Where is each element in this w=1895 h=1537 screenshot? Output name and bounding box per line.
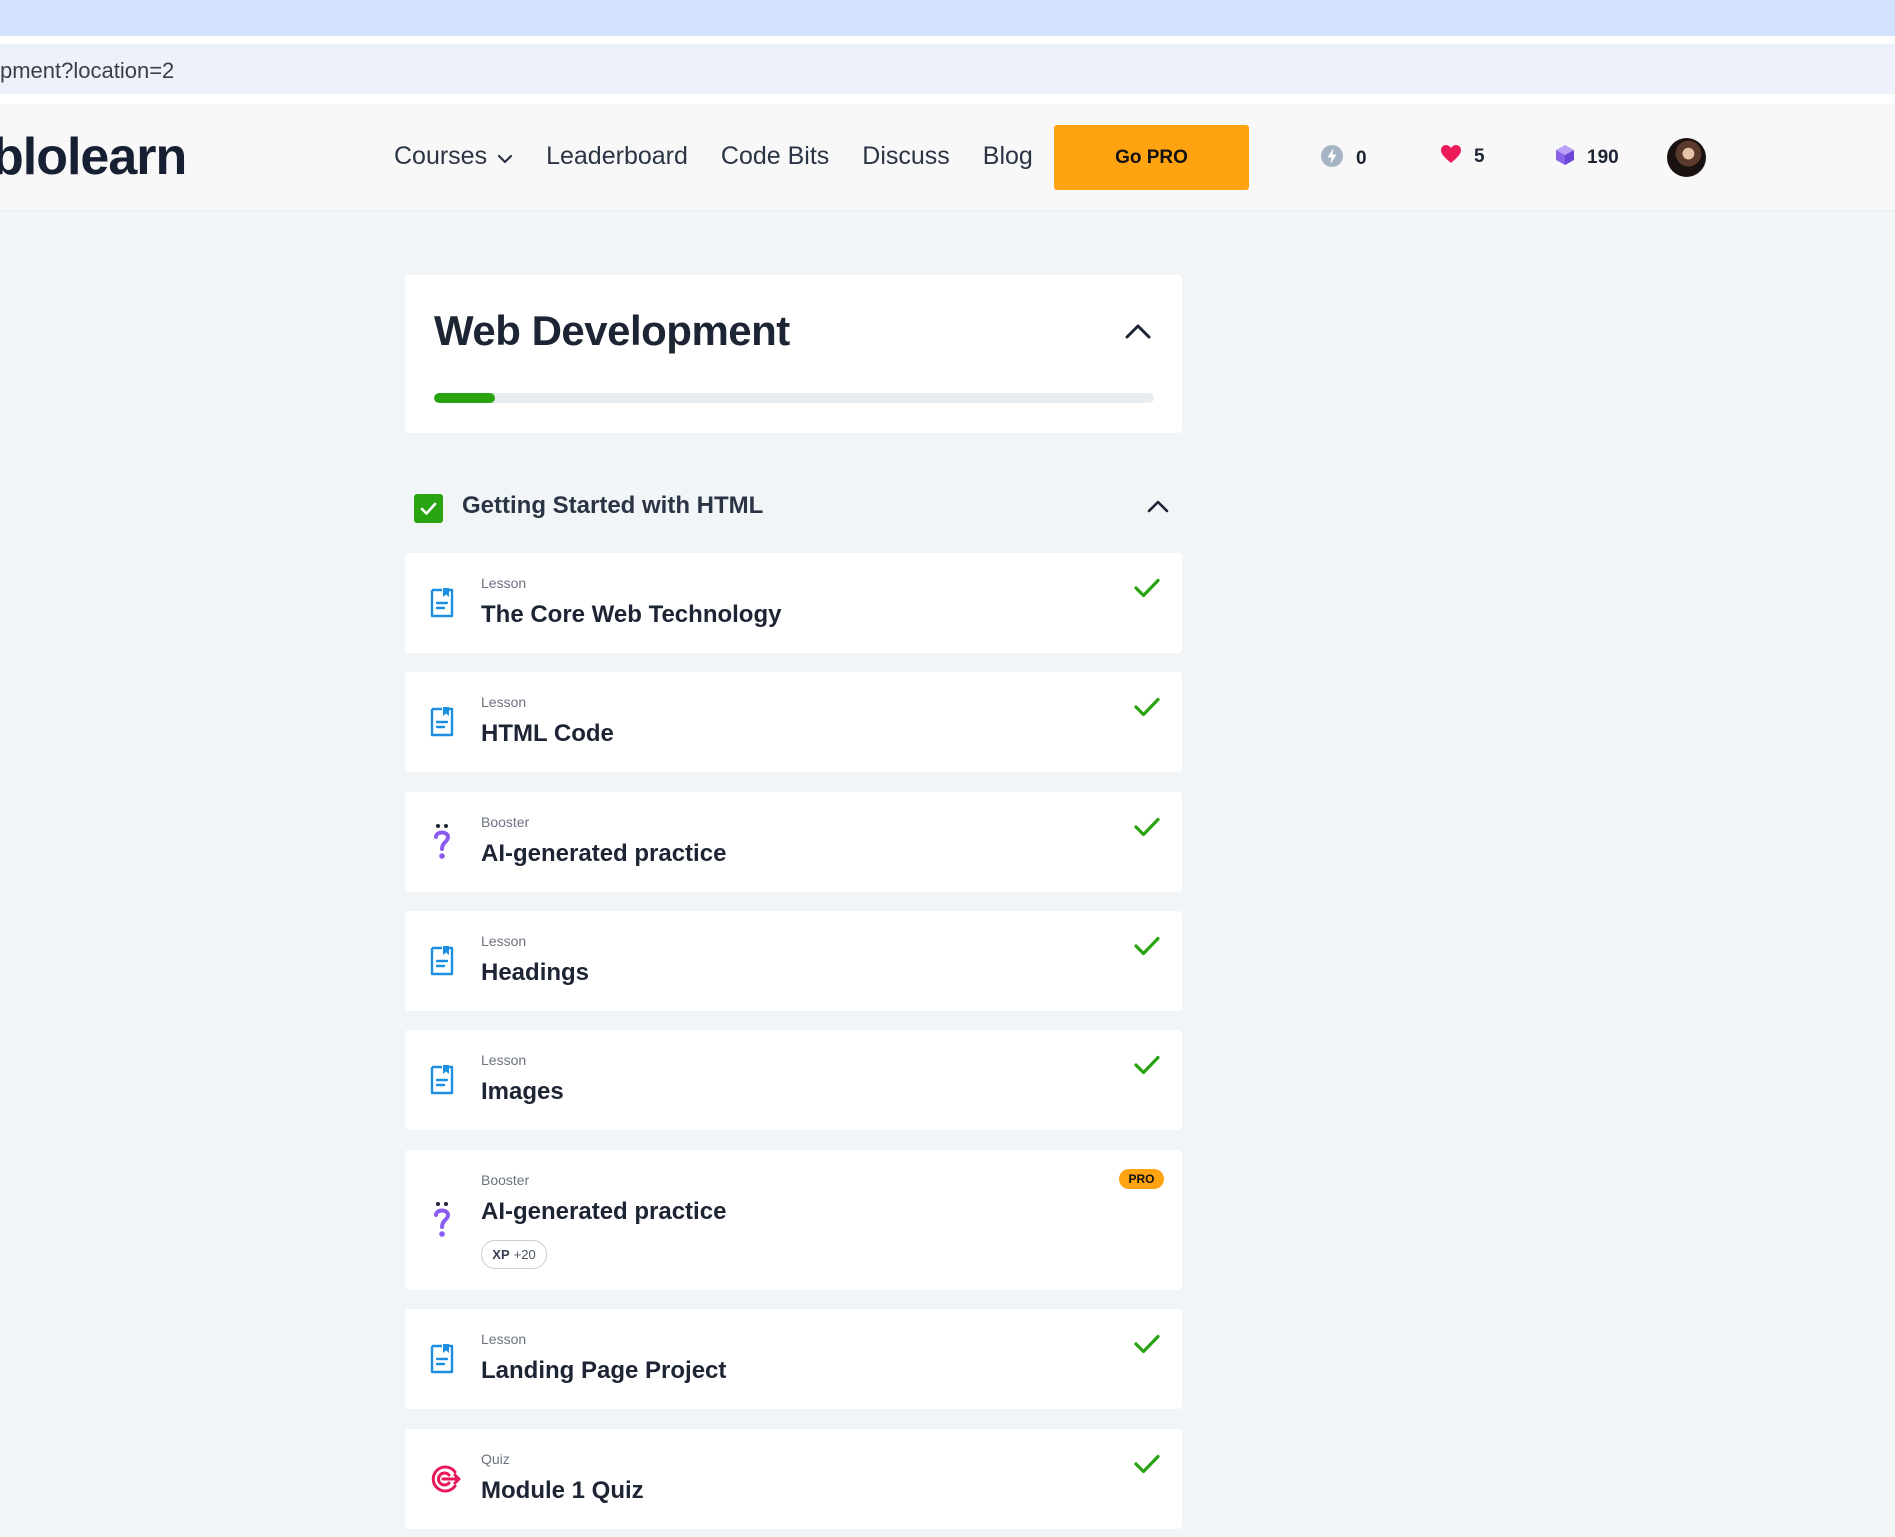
- module-complete-checkbox-icon: [414, 494, 443, 523]
- item-type-label: Lesson: [481, 694, 527, 710]
- check-icon: [1133, 935, 1161, 962]
- lesson-card[interactable]: Lesson The Core Web Technology: [405, 553, 1182, 653]
- nav-discuss[interactable]: Discuss: [862, 142, 950, 171]
- nav-leaderboard[interactable]: Leaderboard: [546, 142, 688, 171]
- item-title: AI-generated practice: [481, 1198, 727, 1225]
- booster-card[interactable]: Booster AI-generated practice: [405, 792, 1182, 892]
- item-type-label: Lesson: [481, 1331, 527, 1347]
- nav-code-bits[interactable]: Code Bits: [721, 142, 829, 171]
- check-icon: [1133, 1054, 1161, 1081]
- browser-content-separator: [0, 94, 1895, 104]
- lesson-card[interactable]: Lesson Images: [405, 1030, 1182, 1130]
- browser-tab-strip: [0, 0, 1895, 36]
- hearts-counter[interactable]: 5: [1440, 144, 1485, 170]
- heart-icon: [1440, 144, 1474, 170]
- item-title: Images: [481, 1078, 564, 1105]
- booster-icon: [429, 822, 455, 867]
- course-progress-fill: [434, 393, 496, 403]
- course-title: Web Development: [434, 307, 790, 354]
- chevron-up-icon[interactable]: [1125, 323, 1151, 344]
- item-title: The Core Web Technology: [481, 601, 782, 628]
- item-type-label: Lesson: [481, 933, 527, 949]
- streak-count: 0: [1356, 148, 1367, 169]
- item-title: HTML Code: [481, 720, 614, 747]
- item-type-label: Booster: [481, 814, 530, 830]
- item-title: Headings: [481, 959, 590, 986]
- check-icon: [1133, 1333, 1161, 1360]
- check-icon: [1133, 1453, 1161, 1480]
- lesson-icon: [429, 587, 455, 624]
- chevron-up-icon[interactable]: [1147, 499, 1169, 518]
- bit-cube-icon: [1555, 144, 1587, 172]
- chevron-down-icon: [497, 142, 513, 171]
- pro-badge: PRO: [1119, 1169, 1164, 1189]
- lesson-icon: [429, 1343, 455, 1380]
- item-title: AI-generated practice: [481, 840, 727, 867]
- bits-counter[interactable]: 190: [1555, 144, 1619, 172]
- quiz-target-icon: [429, 1463, 461, 1500]
- streak-counter[interactable]: 0: [1320, 144, 1367, 174]
- nav-courses-label: Courses: [394, 142, 488, 170]
- site-logo[interactable]: blolearn: [0, 127, 187, 187]
- item-title: Module 1 Quiz: [481, 1477, 644, 1504]
- xp-label: XP: [492, 1247, 510, 1262]
- go-pro-button[interactable]: Go PRO: [1054, 125, 1249, 190]
- check-icon: [1133, 577, 1161, 604]
- streak-bolt-icon: [1320, 144, 1356, 174]
- lesson-card[interactable]: Lesson Headings: [405, 911, 1182, 1011]
- item-type-label: Quiz: [481, 1451, 510, 1467]
- booster-icon: [429, 1200, 455, 1245]
- item-type-label: Lesson: [481, 575, 527, 591]
- course-progress-bar: [434, 393, 1154, 403]
- module-title: Getting Started with HTML: [462, 492, 764, 519]
- lesson-icon: [429, 1064, 455, 1101]
- check-icon: [1133, 816, 1161, 843]
- lesson-card[interactable]: Lesson HTML Code: [405, 672, 1182, 772]
- xp-value: +20: [513, 1247, 536, 1262]
- item-type-label: Lesson: [481, 1052, 527, 1068]
- check-icon: [1133, 696, 1161, 723]
- course-card: Web Development: [405, 275, 1182, 433]
- quiz-card[interactable]: Quiz Module 1 Quiz: [405, 1429, 1182, 1529]
- lesson-icon: [429, 945, 455, 982]
- xp-reward-pill: XP +20: [481, 1240, 547, 1269]
- lesson-icon: [429, 706, 455, 743]
- bits-count: 190: [1587, 147, 1619, 168]
- item-type-label: Booster: [481, 1172, 530, 1188]
- lesson-card[interactable]: Lesson Landing Page Project: [405, 1309, 1182, 1409]
- avatar[interactable]: [1667, 138, 1706, 177]
- nav-blog[interactable]: Blog: [983, 142, 1033, 171]
- main-nav: Courses Leaderboard Code Bits Discuss Bl…: [394, 142, 1066, 171]
- site-header: blolearn Courses Leaderboard Code Bits D…: [0, 104, 1895, 211]
- hearts-count: 5: [1474, 146, 1485, 167]
- booster-card-pro[interactable]: Booster AI-generated practice PRO XP +20: [405, 1150, 1182, 1290]
- browser-toolbar-gap: [0, 36, 1895, 44]
- address-bar-url[interactable]: pment?location=2: [0, 58, 174, 84]
- item-title: Landing Page Project: [481, 1357, 727, 1384]
- nav-courses[interactable]: Courses: [394, 142, 513, 171]
- address-bar[interactable]: [0, 44, 1895, 94]
- module-header[interactable]: Getting Started with HTML: [405, 485, 1182, 525]
